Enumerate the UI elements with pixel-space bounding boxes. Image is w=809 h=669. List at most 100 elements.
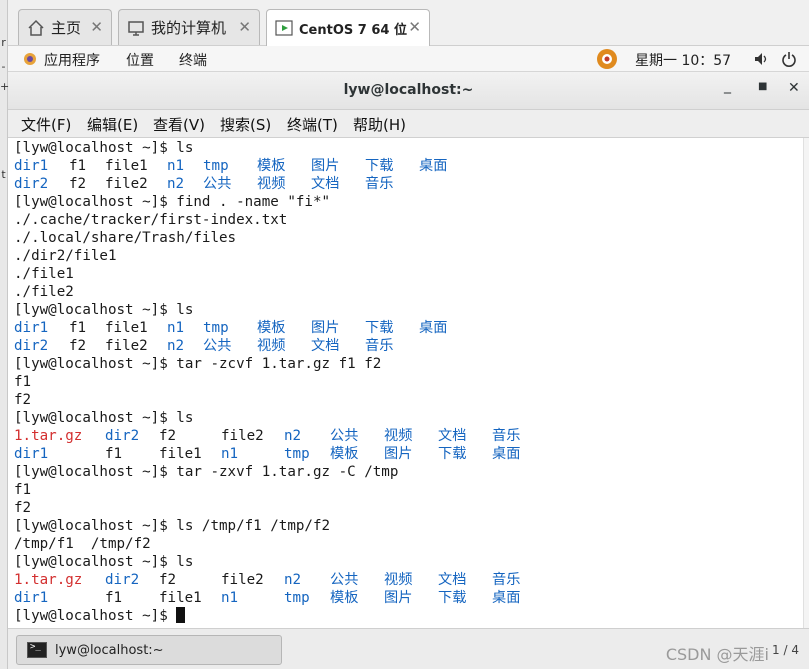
terminal-line: [lyw@localhost ~]$ tar -zcvf 1.tar.gz f1… — [14, 356, 382, 372]
file-entry: 桌面 — [419, 158, 448, 174]
file-entry: f1 — [69, 320, 87, 336]
tab-centos[interactable]: CentOS 7 64 位 ✕ — [266, 9, 430, 46]
menu-help[interactable]: 帮助(H) — [353, 114, 406, 135]
maximize-icon[interactable]: ■ — [758, 81, 767, 92]
file-entry: 图片 — [311, 320, 340, 336]
file-entry: 视频 — [257, 176, 286, 192]
file-entry: f2 — [69, 338, 87, 354]
side-mark: t — [1, 168, 6, 181]
volume-icon[interactable] — [753, 51, 769, 67]
file-entry: 音乐 — [365, 338, 394, 354]
file-entry: dir1 — [14, 590, 49, 606]
terminal-output[interactable]: [lyw@localhost ~]$ ls dir1 f1 file1 n1 tmp 模板图… — [8, 138, 803, 628]
file-entry: 文档 — [311, 338, 340, 354]
file-entry: dir1 — [14, 320, 49, 336]
home-icon — [27, 19, 45, 37]
menu-edit[interactable]: 编辑(E) — [87, 114, 138, 135]
file-entry: file1 — [105, 158, 148, 174]
computer-icon — [127, 19, 145, 37]
file-entry: n1 — [221, 590, 239, 606]
file-entry: 公共 — [203, 176, 232, 192]
file-entry: 下载 — [365, 320, 394, 336]
watermark: CSDN @天涯i — [665, 645, 769, 664]
file-entry: 视频 — [384, 428, 413, 444]
menu-file[interactable]: 文件(F) — [21, 114, 71, 135]
power-icon[interactable] — [781, 51, 797, 67]
terminal-app-menu[interactable]: 终端 — [179, 50, 207, 70]
file-entry: 公共 — [330, 428, 359, 444]
minimize-icon[interactable]: _ — [724, 78, 731, 94]
file-entry: n1 — [167, 320, 185, 336]
file-entry: f2 — [159, 572, 177, 588]
terminal-line: f1 — [14, 482, 32, 498]
vm-tab-strip: 主页 ✕ 我的计算机 ✕ CentOS 7 64 位 ✕ — [0, 0, 809, 46]
file-entry: 下载 — [438, 590, 467, 606]
file-entry: 模板 — [330, 446, 359, 462]
close-icon[interactable]: ✕ — [90, 18, 103, 36]
terminal-line: ./dir2/file1 — [14, 248, 117, 264]
gnome-top-bar: 应用程序 位置 终端 星期一 10：57 — [8, 46, 809, 72]
close-window-icon[interactable]: ✕ — [788, 80, 800, 96]
menu-view[interactable]: 查看(V) — [153, 114, 205, 135]
taskbar-window-button[interactable]: lyw@localhost:~ — [16, 635, 282, 665]
file-entry: n2 — [284, 572, 302, 588]
file-entry: 下载 — [438, 446, 467, 462]
terminal-scrollbar[interactable] — [803, 138, 809, 628]
terminal-line: f1 — [14, 374, 32, 390]
terminal-line: [lyw@localhost ~]$ ls — [14, 140, 194, 156]
file-entry: n1 — [221, 446, 239, 462]
file-entry: file2 — [221, 428, 264, 444]
file-entry: n2 — [167, 338, 185, 354]
file-entry: dir2 — [105, 428, 140, 444]
file-entry: 音乐 — [492, 572, 521, 588]
applications-icon — [24, 53, 36, 65]
file-entry: file2 — [105, 338, 148, 354]
file-entry: dir2 — [105, 572, 140, 588]
notification-icon[interactable] — [596, 48, 618, 70]
menu-search[interactable]: 搜索(S) — [220, 114, 271, 135]
file-entry: dir1 — [14, 158, 49, 174]
file-entry: 模板 — [330, 590, 359, 606]
file-entry: 桌面 — [492, 590, 521, 606]
file-entry: 桌面 — [419, 320, 448, 336]
side-mark: r — [1, 36, 6, 49]
close-icon[interactable]: ✕ — [238, 18, 251, 36]
file-entry: tmp — [203, 158, 229, 174]
terminal-line: [lyw@localhost ~]$ find . -name "fi*" — [14, 194, 331, 210]
file-entry: 图片 — [384, 446, 413, 462]
file-entry: 1.tar.gz — [14, 572, 83, 588]
vm-icon — [275, 19, 293, 37]
tab-label: 我的计算机 — [151, 19, 227, 37]
terminal-line: [lyw@localhost ~]$ ls — [14, 302, 194, 318]
file-entry: 音乐 — [492, 428, 521, 444]
file-entry: f1 — [105, 446, 123, 462]
file-entry: 图片 — [384, 590, 413, 606]
tab-home[interactable]: 主页 ✕ — [18, 9, 112, 45]
workspace-pager[interactable]: 1 / 4 — [772, 643, 799, 657]
file-entry: file2 — [105, 176, 148, 192]
applications-menu[interactable]: 应用程序 — [44, 50, 100, 70]
file-entry: 公共 — [203, 338, 232, 354]
file-entry: 下载 — [365, 158, 394, 174]
file-entry: 1.tar.gz — [14, 428, 83, 444]
places-menu[interactable]: 位置 — [126, 50, 154, 70]
file-entry: 文档 — [438, 572, 467, 588]
terminal-line: f2 — [14, 392, 32, 408]
terminal-line: /tmp/f1 /tmp/f2 — [14, 536, 151, 552]
window-titlebar[interactable]: lyw@localhost:~ _ ■ ✕ — [8, 72, 809, 110]
file-entry: file1 — [105, 320, 148, 336]
close-icon[interactable]: ✕ — [408, 18, 421, 36]
host-sidebar-edge: r - + t — [0, 0, 10, 669]
clock[interactable]: 星期一 10：57 — [635, 50, 731, 70]
file-entry: tmp — [203, 320, 229, 336]
tab-my-computer[interactable]: 我的计算机 ✕ — [118, 9, 260, 45]
file-entry: dir1 — [14, 446, 49, 462]
file-entry: file2 — [221, 572, 264, 588]
menu-terminal[interactable]: 终端(T) — [287, 114, 338, 135]
side-mark: + — [0, 80, 10, 93]
terminal-line: ./file2 — [14, 284, 74, 300]
text-cursor — [176, 607, 186, 623]
terminal-line: ./.cache/tracker/first-index.txt — [14, 212, 288, 228]
terminal-line: ./file1 — [14, 266, 74, 282]
file-entry: 模板 — [257, 158, 286, 174]
